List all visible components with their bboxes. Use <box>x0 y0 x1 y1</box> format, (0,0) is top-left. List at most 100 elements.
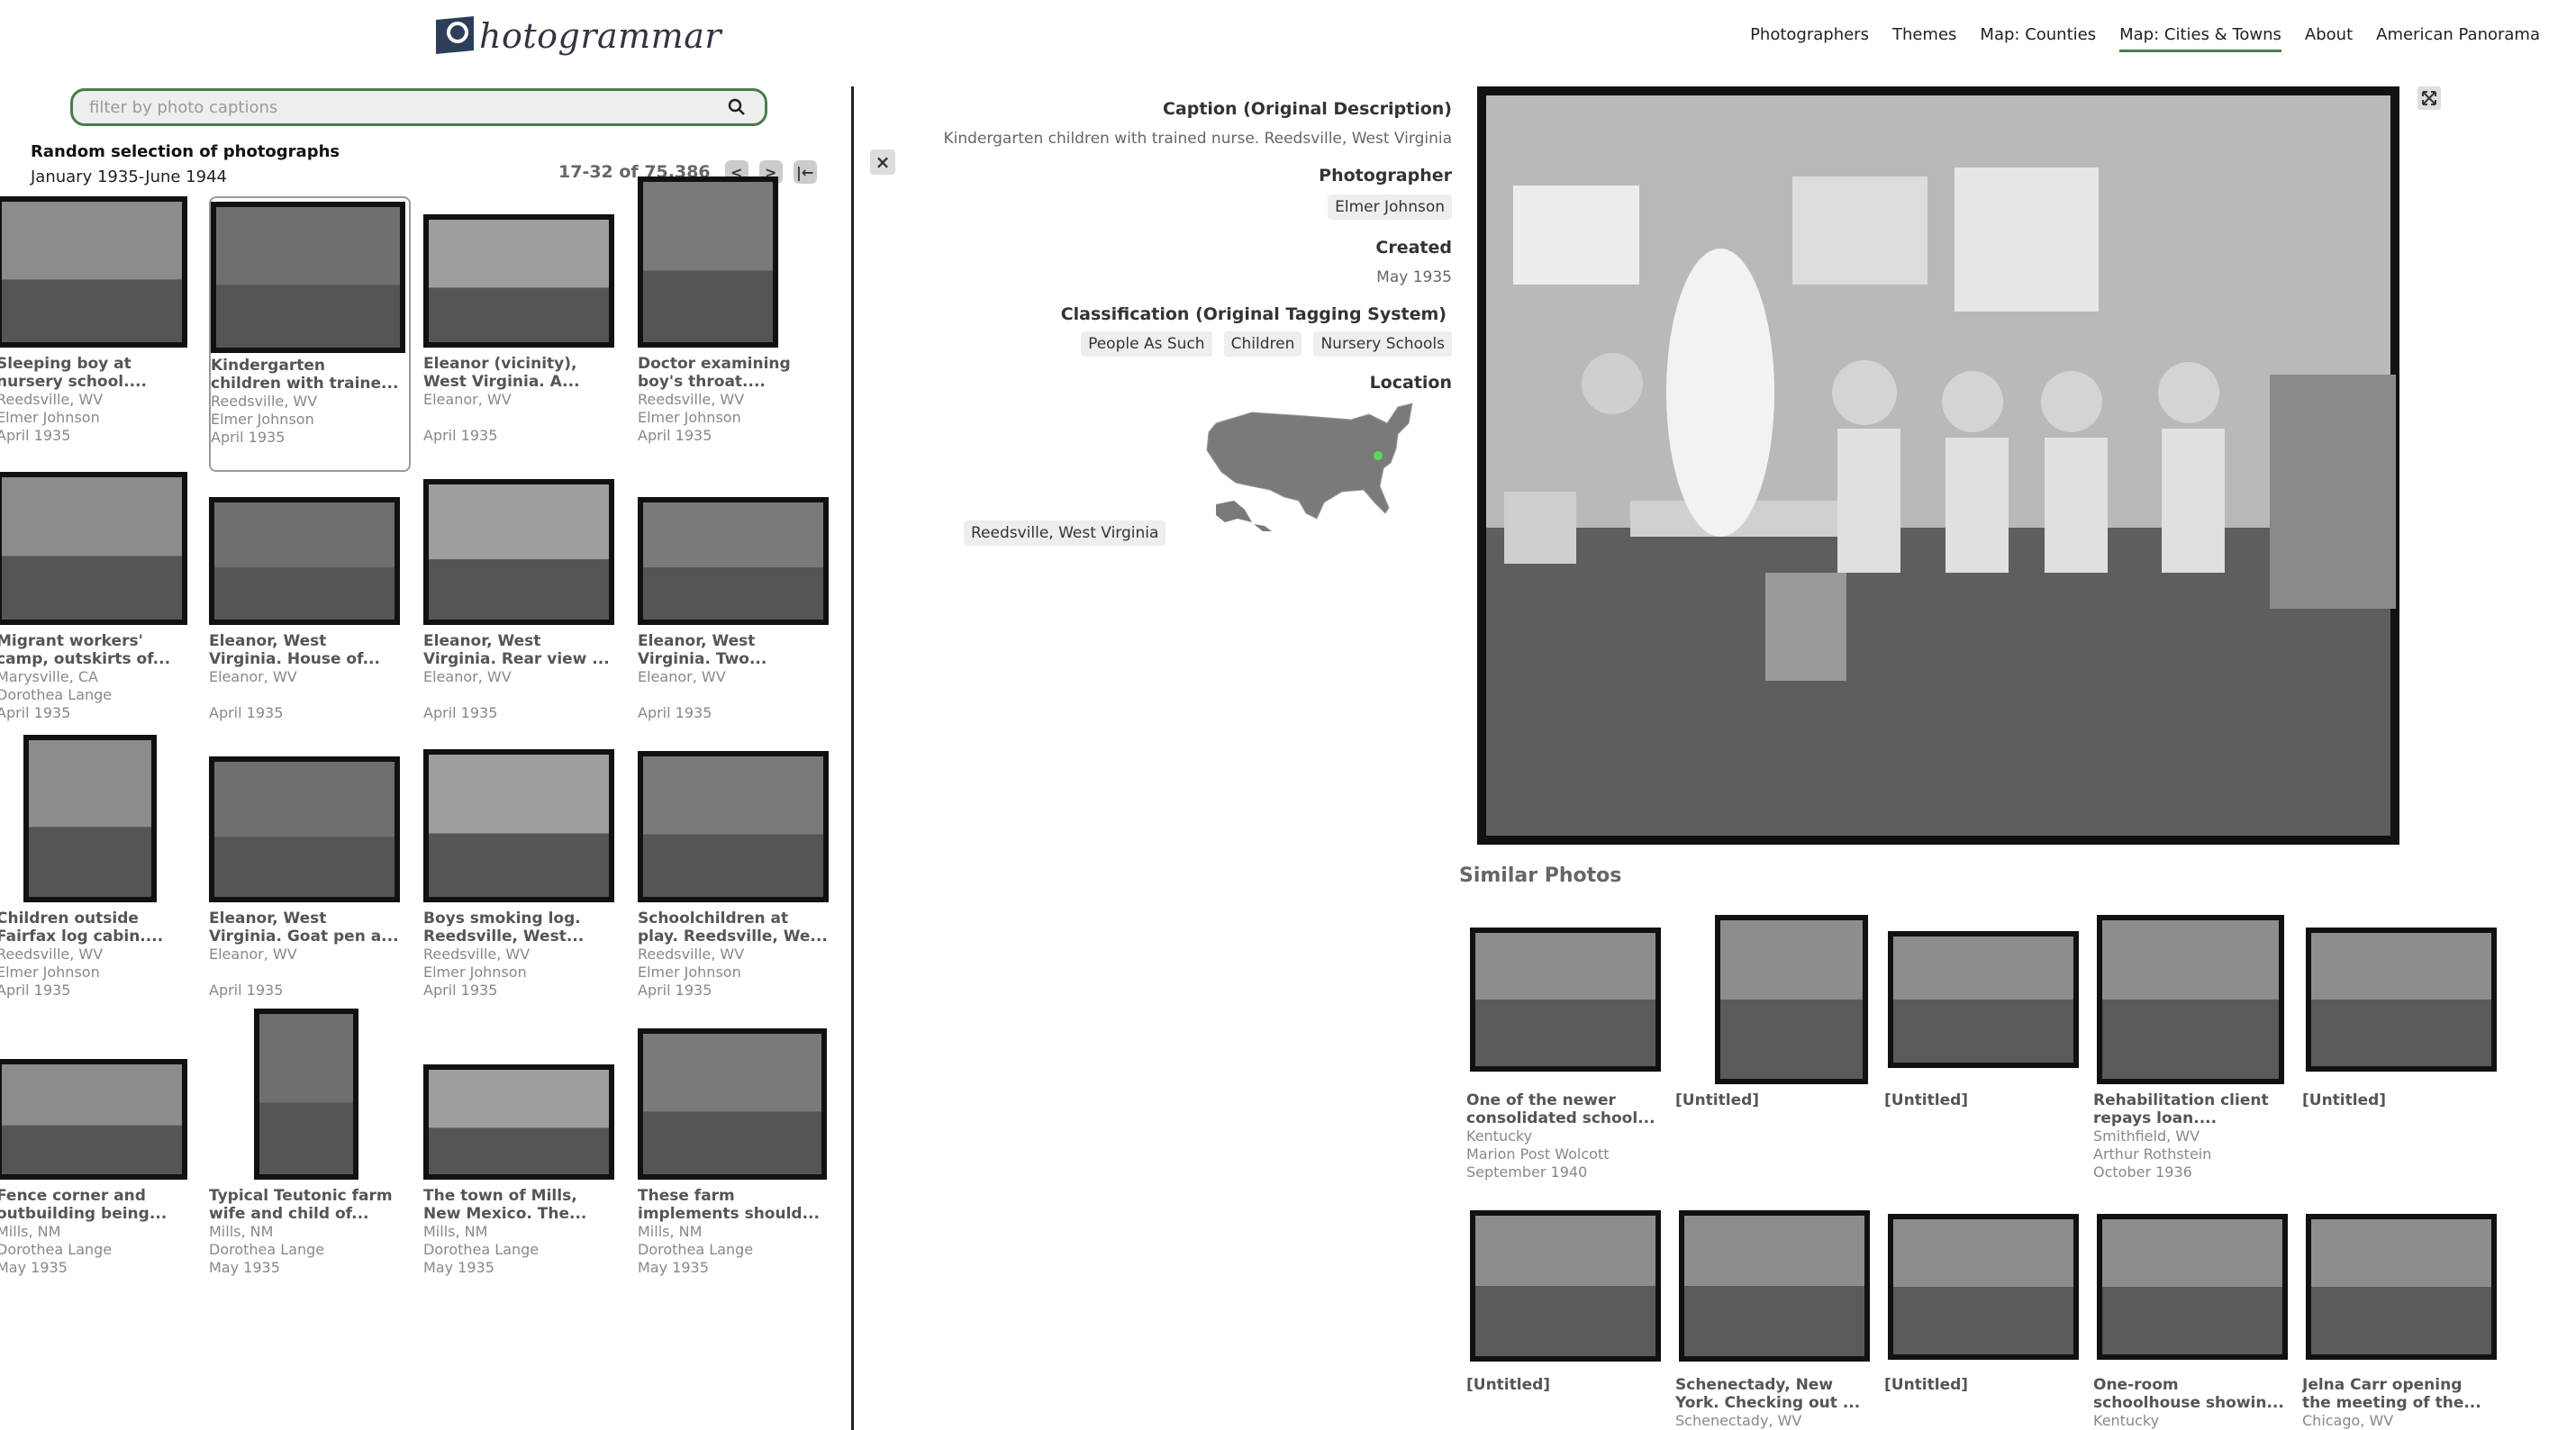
photo-card[interactable]: Kindergarten children with traine... Reeds… <box>209 196 411 472</box>
photo-photographer[interactable]: Elmer Johnson <box>638 964 744 982</box>
similar-photo-thumbnail[interactable] <box>1715 915 1868 1084</box>
similar-photo-caption[interactable]: [Untitled] <box>1884 1376 2090 1394</box>
photo-card[interactable]: Migrant workers' camp, outskirts of... Mar… <box>0 472 198 749</box>
photo-caption[interactable]: Sleeping boy at nursery school.... <box>0 355 196 391</box>
tag-children[interactable]: Children <box>1223 331 1302 357</box>
photo-caption[interactable]: Eleanor, West Virginia. Two... <box>638 632 838 668</box>
photo-place[interactable]: Reedsville, WV <box>0 391 103 409</box>
photo-thumbnail[interactable] <box>638 176 778 348</box>
photo-photographer[interactable]: Elmer Johnson <box>0 964 103 982</box>
similar-photo-caption[interactable]: [Untitled] <box>1675 1091 1881 1109</box>
photo-place[interactable]: Mills, NM <box>0 1223 112 1241</box>
similar-photo-card[interactable]: [Untitled] <box>1884 913 2091 1147</box>
similar-photo-photographer[interactable]: Arthur Rothstein <box>2093 1145 2211 1163</box>
photo-photographer[interactable] <box>423 409 512 427</box>
photo-photographer[interactable]: Dorothea Lange <box>209 1241 324 1259</box>
photo-thumbnail[interactable] <box>423 1064 614 1180</box>
photo-photographer[interactable]: Dorothea Lange <box>0 1241 112 1259</box>
photo-place[interactable]: Marysville, CA <box>0 668 112 686</box>
photo-caption[interactable]: Eleanor, West Virginia. Rear view ... <box>423 632 623 668</box>
photo-photographer[interactable]: Dorothea Lange <box>423 1241 539 1259</box>
photo-card[interactable]: These farm implements should... Mills, NM D… <box>638 1028 839 1304</box>
photo-place[interactable]: Reedsville, WV <box>638 946 744 964</box>
photo-caption[interactable]: The town of Mills, New Mexico. The... <box>423 1187 623 1223</box>
photo-place[interactable]: Reedsville, WV <box>638 391 744 409</box>
photo-photographer[interactable] <box>423 686 512 704</box>
photo-card[interactable]: Fence corner and outbuilding being... Mill… <box>0 1028 198 1304</box>
tag-people-as-such[interactable]: People As Such <box>1081 331 1212 357</box>
similar-photo-caption[interactable]: Rehabilitation client repays loan.... <box>2093 1091 2299 1127</box>
nav-about[interactable]: About <box>2305 25 2353 52</box>
similar-photo-photographer[interactable]: Marion Post Wolcott <box>1466 1145 1609 1163</box>
photo-caption[interactable]: Eleanor (vicinity), West Virginia. A... <box>423 355 623 391</box>
first-page-button[interactable]: |← <box>793 160 817 184</box>
photo-place[interactable]: Reedsville, WV <box>423 946 530 964</box>
photo-card[interactable]: Typical Teutonic farm wife and child of..… <box>209 1009 411 1304</box>
photo-card[interactable]: Eleanor, West Virginia. Two... Eleanor, WV… <box>638 474 839 749</box>
photo-card[interactable]: Sleeping boy at nursery school.... Reedsvi… <box>0 196 198 472</box>
similar-photo-card[interactable]: One-roomschoolhouse showin...KentuckyMar… <box>2093 1198 2300 1430</box>
photo-caption[interactable]: Doctor examining boy's throat.... <box>638 355 838 391</box>
photographer-link[interactable]: Elmer Johnson <box>1328 195 1452 220</box>
similar-photo-thumbnail[interactable] <box>2306 928 2497 1072</box>
tag-nursery-schools[interactable]: Nursery Schools <box>1313 331 1452 357</box>
photo-caption[interactable]: Migrant workers' camp, outskirts of... <box>0 632 196 668</box>
photo-photographer[interactable] <box>209 686 297 704</box>
photo-caption[interactable]: Eleanor, West Virginia. Goat pen a... <box>209 910 409 946</box>
nav-photographers[interactable]: Photographers <box>1750 25 1869 52</box>
photo-card[interactable]: The town of Mills, New Mexico. The... Mill… <box>423 1028 625 1304</box>
similar-photo-caption[interactable]: [Untitled] <box>1466 1376 1672 1394</box>
similar-photo-thumbnail[interactable] <box>2097 915 2284 1084</box>
photo-photographer[interactable]: Dorothea Lange <box>638 1241 753 1259</box>
similar-photo-caption[interactable]: [Untitled] <box>2302 1091 2508 1109</box>
photo-place[interactable]: Mills, NM <box>209 1223 324 1241</box>
photo-place[interactable]: Mills, NM <box>638 1223 753 1241</box>
site-logo[interactable]: hotogrammar <box>434 13 721 59</box>
nav-american-panorama[interactable]: American Panorama <box>2376 25 2540 52</box>
photo-photographer[interactable]: Dorothea Lange <box>0 686 112 704</box>
photo-place[interactable]: Reedsville, WV <box>211 393 317 411</box>
photo-thumbnail[interactable] <box>423 479 614 625</box>
similar-photo-place[interactable]: Chicago, WV <box>2302 1412 2393 1430</box>
similar-photo-place[interactable]: Smithfield, WV <box>2093 1127 2211 1145</box>
photo-caption[interactable]: Fence corner and outbuilding being... <box>0 1187 196 1223</box>
photo-thumbnail[interactable] <box>0 196 187 348</box>
photo-place[interactable]: Mills, NM <box>423 1223 539 1241</box>
similar-photo-thumbnail[interactable] <box>1470 1210 1661 1362</box>
photo-thumbnail[interactable] <box>638 497 829 625</box>
photo-card[interactable]: Children outside Fairfax log cabin.... Ree… <box>0 735 198 1027</box>
nav-map-counties[interactable]: Map: Counties <box>1980 25 2096 52</box>
similar-photo-caption[interactable]: One-room schoolhouse showin... <box>2093 1376 2299 1412</box>
main-photo[interactable] <box>1477 86 2399 845</box>
photo-caption[interactable]: Kindergarten children with traine... <box>211 357 411 393</box>
location-map[interactable] <box>1198 396 1425 540</box>
photo-card[interactable]: Eleanor (vicinity), West Virginia. A... El… <box>423 196 625 472</box>
photo-photographer[interactable]: Elmer Johnson <box>423 964 530 982</box>
search-input[interactable]: filter by photo captions <box>89 98 725 117</box>
photo-photographer[interactable]: Elmer Johnson <box>0 409 103 427</box>
similar-photo-card[interactable]: One of the newer consolidated school... Ke… <box>1466 913 1673 1181</box>
photo-photographer[interactable] <box>638 686 726 704</box>
photo-caption[interactable]: Boys smoking log. Reedsville, West... <box>423 910 623 946</box>
search-icon[interactable] <box>725 95 748 119</box>
photo-place[interactable]: Eleanor, WV <box>423 391 512 409</box>
similar-photo-caption[interactable]: [Untitled] <box>1884 1091 2090 1109</box>
close-detail-button[interactable]: × <box>870 149 895 175</box>
photo-card[interactable]: Eleanor, West Virginia. Rear view ... Elea… <box>423 474 625 749</box>
photo-thumbnail[interactable] <box>0 1059 187 1180</box>
similar-photo-card[interactable]: Schenectady, New York. Checking out ... Sc… <box>1675 1198 1882 1430</box>
similar-photo-thumbnail[interactable] <box>1888 1214 2079 1360</box>
similar-photo-card[interactable]: [Untitled] <box>2302 913 2509 1147</box>
photo-place[interactable]: Eleanor, WV <box>209 668 297 686</box>
location-link[interactable]: Reedsville, West Virginia <box>964 520 1166 546</box>
photo-thumbnail[interactable] <box>254 1009 358 1180</box>
panel-divider[interactable] <box>851 86 854 1430</box>
similar-photo-caption[interactable]: One of the newer consolidated school... <box>1466 1091 1672 1127</box>
photo-caption[interactable]: Eleanor, West Virginia. House of... <box>209 632 409 668</box>
caption-search-field[interactable]: filter by photo captions <box>70 88 767 126</box>
photo-thumbnail[interactable] <box>638 1028 827 1180</box>
photo-photographer[interactable]: Elmer Johnson <box>211 411 317 429</box>
photo-place[interactable]: Eleanor, WV <box>638 668 726 686</box>
similar-photo-card[interactable]: [Untitled] <box>1884 1198 2091 1430</box>
photo-card[interactable]: Schoolchildren at play. Reedsville, We...… <box>638 751 839 1027</box>
